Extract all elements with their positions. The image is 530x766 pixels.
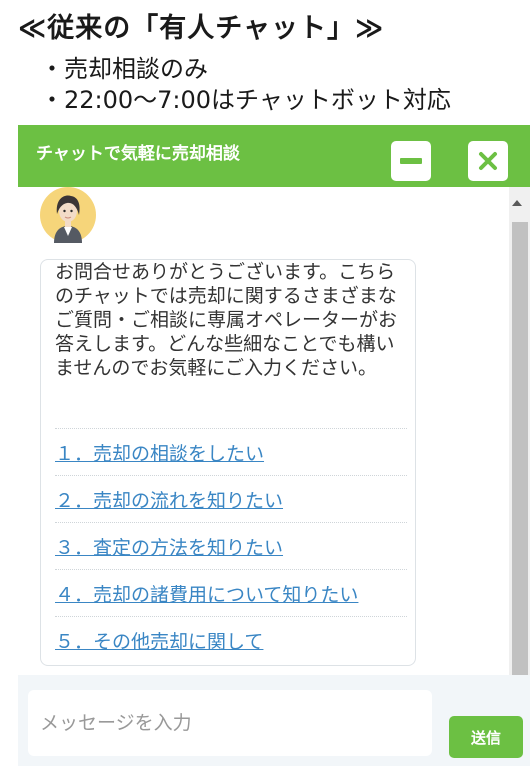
minus-icon — [400, 158, 422, 164]
option-link[interactable]: ３．査定の方法を知りたい — [55, 533, 283, 560]
message-input[interactable] — [28, 690, 432, 756]
greeting-bubble: お問合せありがとうございます。こちらのチャットでは売却に関するさまざまなご質問・… — [40, 259, 416, 666]
chat-scrollbar[interactable] — [509, 187, 530, 675]
chat-widget: チャットで気軽に売却相談 お問合せありがとうございます。こちらのチャットでは売却… — [18, 125, 530, 766]
option-item: １．売却の相談をしたい — [55, 428, 407, 475]
option-item: ２．売却の流れを知りたい — [55, 475, 407, 522]
chat-header: チャットで気軽に売却相談 — [18, 125, 530, 187]
page-heading: ≪従来の「有人チャット」≫ — [18, 13, 385, 44]
option-list: １．売却の相談をしたい ２．売却の流れを知りたい ３．査定の方法を知りたい ４．… — [55, 428, 407, 663]
scrollbar-thumb[interactable] — [512, 222, 528, 675]
feature-item: ・売却相談のみ — [40, 55, 208, 83]
option-link[interactable]: ２．売却の流れを知りたい — [55, 486, 283, 513]
chat-title: チャットで気軽に売却相談 — [36, 144, 240, 164]
minimize-button[interactable] — [391, 141, 431, 181]
scroll-up-arrow-icon[interactable] — [512, 200, 522, 206]
option-link[interactable]: ５．その他売却に関して — [55, 627, 263, 654]
close-x-icon — [479, 152, 497, 170]
option-item: ３．査定の方法を知りたい — [55, 522, 407, 569]
send-button[interactable]: 送信 — [449, 716, 523, 758]
operator-avatar — [40, 187, 96, 243]
option-link[interactable]: ４．売却の諸費用について知りたい — [55, 580, 358, 607]
feature-list: ・売却相談のみ ・22:00〜7:00はチャットボット対応 — [40, 54, 451, 116]
option-item: ４．売却の諸費用について知りたい — [55, 569, 407, 616]
chat-message-area[interactable]: お問合せありがとうございます。こちらのチャットでは売却に関するさまざまなご質問・… — [18, 187, 509, 675]
close-button[interactable] — [468, 141, 508, 181]
option-item: ５．その他売却に関して — [55, 616, 407, 663]
feature-item: ・22:00〜7:00はチャットボット対応 — [40, 86, 451, 114]
greeting-text: お問合せありがとうございます。こちらのチャットでは売却に関するさまざまなご質問・… — [55, 261, 398, 379]
option-link[interactable]: １．売却の相談をしたい — [55, 439, 264, 466]
